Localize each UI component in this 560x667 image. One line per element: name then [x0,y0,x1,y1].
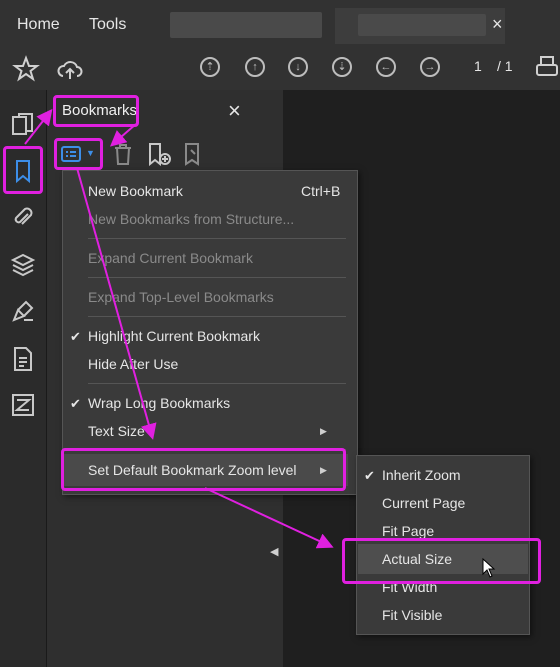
annotation-box-bookmark-icon [3,146,43,194]
menu-item-shortcut: Ctrl+B [301,183,341,199]
signature-icon[interactable] [10,298,36,324]
menu-tools[interactable]: Tools [89,16,126,34]
attachment-icon[interactable] [10,204,36,230]
submenu-item-fit-visible[interactable]: Fit Visible [382,607,442,623]
menu-item-wrap-long-bookmarks[interactable]: Wrap Long Bookmarks [88,395,230,411]
panel-close-icon[interactable]: × [228,98,241,124]
collapse-panel-icon[interactable]: ◀ [270,545,278,558]
submenu-item-current-page[interactable]: Current Page [382,495,465,511]
annotation-box-bookmarks-title [53,95,139,127]
menu-item-highlight-current-bookmark[interactable]: Highlight Current Bookmark [88,328,260,344]
next-page-icon[interactable]: ↓ [288,57,308,77]
menu-item-hide-after-use[interactable]: Hide After Use [88,356,178,372]
menu-home[interactable]: Home [17,16,60,34]
submenu-item-fit-page[interactable]: Fit Page [382,523,434,539]
layers-icon[interactable] [10,252,36,278]
menu-item-expand-top-level-bookmarks[interactable]: Expand Top-Level Bookmarks [88,289,274,305]
forward-view-icon[interactable]: → [420,57,440,77]
annotation-box-zoom-level-item [61,448,346,491]
annotation-box-options-button [54,138,103,170]
document-properties-icon[interactable] [10,346,36,372]
print-icon[interactable] [534,54,560,82]
first-page-icon[interactable]: ⇡ [200,57,220,77]
page-total: / 1 [497,58,513,74]
last-page-icon[interactable]: ⇣ [332,57,352,77]
menu-item-text-size[interactable]: Text Size [88,423,145,439]
page-number-input[interactable]: 1 [474,58,482,74]
add-bookmark-icon[interactable] [146,142,172,166]
back-view-icon[interactable]: ← [376,57,396,77]
menu-item-new-bookmark[interactable]: New Bookmark [88,183,183,199]
checkmark-icon: ✔ [364,468,375,483]
menu-separator [88,383,346,384]
page-thumbnails-icon[interactable] [10,112,36,138]
menu-item-new-bookmarks-from-structure[interactable]: New Bookmarks from Structure... [88,211,294,227]
star-icon[interactable] [12,55,40,83]
compare-icon[interactable] [10,392,36,418]
upload-cloud-icon[interactable] [56,55,84,83]
document-tab-title [358,14,486,36]
submenu-item-inherit-zoom[interactable]: Inherit Zoom [382,467,461,483]
checkmark-icon: ✔ [70,396,81,411]
tab-close-icon[interactable]: × [492,14,503,35]
document-tab-inactive[interactable] [170,12,322,38]
menu-separator [88,316,346,317]
menu-separator [88,277,346,278]
menu-separator [88,238,346,239]
annotation-box-actual-size [342,538,541,584]
submenu-arrow-icon: ▶ [320,426,327,436]
find-bookmark-icon[interactable] [182,142,206,166]
menu-item-expand-current-bookmark[interactable]: Expand Current Bookmark [88,250,253,266]
previous-page-icon[interactable]: ↑ [245,57,265,77]
checkmark-icon: ✔ [70,329,81,344]
trash-icon[interactable] [112,142,134,166]
